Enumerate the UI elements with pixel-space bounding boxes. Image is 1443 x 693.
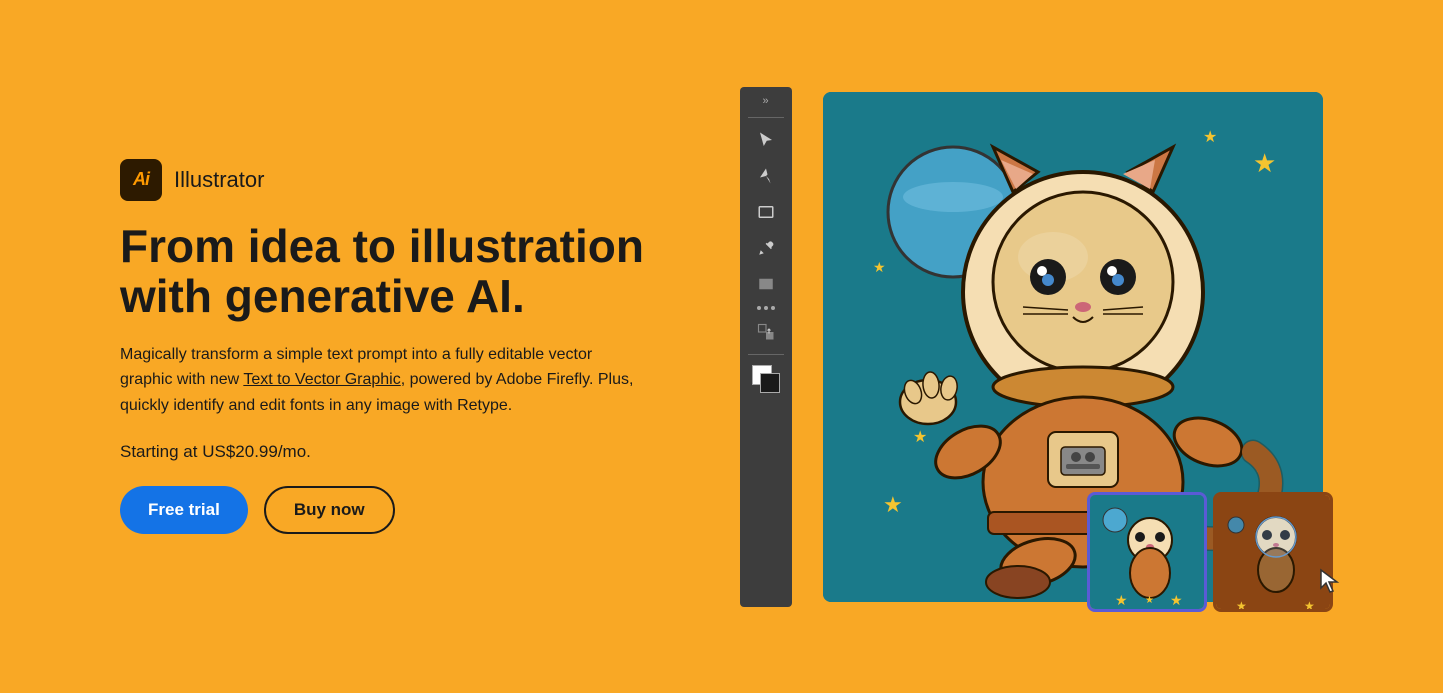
star-left: ★ <box>883 492 903 517</box>
rectangle-icon <box>757 203 775 221</box>
cursor-icon <box>757 131 775 149</box>
brand-name: Illustrator <box>174 167 264 193</box>
thumbnail-2[interactable]: ★ ★ <box>1213 492 1333 612</box>
ai-logo: Ai <box>120 159 162 201</box>
cursor-pointer-icon <box>1319 568 1341 594</box>
free-trial-button[interactable]: Free trial <box>120 486 248 534</box>
svg-text:★: ★ <box>1170 592 1183 608</box>
star-small-1: ★ <box>1203 129 1217 146</box>
toolbar-rectangle-tool[interactable] <box>750 196 782 228</box>
illustration-container: ★ ★ ★ ★ ★ ★ ★ <box>823 92 1323 602</box>
headline-line2: with generative AI. <box>120 270 525 322</box>
headline: From idea to illustration with generativ… <box>120 221 680 322</box>
toolbar-divider-bottom <box>748 354 784 355</box>
svg-text:★: ★ <box>1236 599 1247 612</box>
toolbar-panel: » <box>740 87 792 607</box>
toolbar-transform-tool[interactable] <box>750 316 782 348</box>
ai-logo-text: Ai <box>133 169 149 190</box>
left-content: Ai Illustrator From idea to illustration… <box>120 159 680 535</box>
toolbar-eyedropper-tool[interactable] <box>750 232 782 264</box>
svg-text:★: ★ <box>1145 595 1154 606</box>
star-top-right: ★ <box>1253 148 1276 178</box>
svg-text:★: ★ <box>1304 599 1315 612</box>
toolbar-expand-icon[interactable]: » <box>762 95 769 107</box>
text-to-vector-link[interactable]: Text to Vector Graphic <box>243 371 400 388</box>
description: Magically transform a simple text prompt… <box>120 342 640 419</box>
transform-icon <box>757 323 775 341</box>
fill-icon <box>757 275 775 293</box>
star-small-2: ★ <box>873 259 886 275</box>
buy-now-button[interactable]: Buy now <box>264 486 395 534</box>
right-content: » <box>740 92 1323 602</box>
thumbnail-2-image: ★ ★ <box>1216 495 1333 612</box>
toolbar-fill-tool[interactable] <box>750 268 782 300</box>
star-left-2: ★ <box>913 429 927 446</box>
cursor-svg <box>1319 568 1341 594</box>
eyedropper-icon <box>757 239 775 257</box>
dot-1 <box>757 306 761 310</box>
svg-text:★: ★ <box>1115 592 1128 608</box>
dot-2 <box>764 306 768 310</box>
toolbar-more-dots <box>757 306 775 310</box>
thumbnail-1-image: ★ ★ ★ <box>1090 495 1207 612</box>
thumbnails-row: ★ ★ ★ <box>1087 492 1333 612</box>
toolbar-select-tool[interactable] <box>750 124 782 156</box>
dot-3 <box>771 306 775 310</box>
brand-row: Ai Illustrator <box>120 159 680 201</box>
thumbnail-1[interactable]: ★ ★ ★ <box>1087 492 1207 612</box>
pen-icon <box>757 167 775 185</box>
price-label: Starting at US$20.99/mo. <box>120 442 680 462</box>
cta-row: Free trial Buy now <box>120 486 680 534</box>
toolbar-pen-tool[interactable] <box>750 160 782 192</box>
color-foreground-swatch <box>760 373 780 393</box>
toolbar-divider-top <box>748 117 784 118</box>
headline-line1: From idea to illustration <box>120 220 644 272</box>
toolbar-color-swatch[interactable] <box>752 365 780 393</box>
page-wrapper: Ai Illustrator From idea to illustration… <box>0 0 1443 693</box>
